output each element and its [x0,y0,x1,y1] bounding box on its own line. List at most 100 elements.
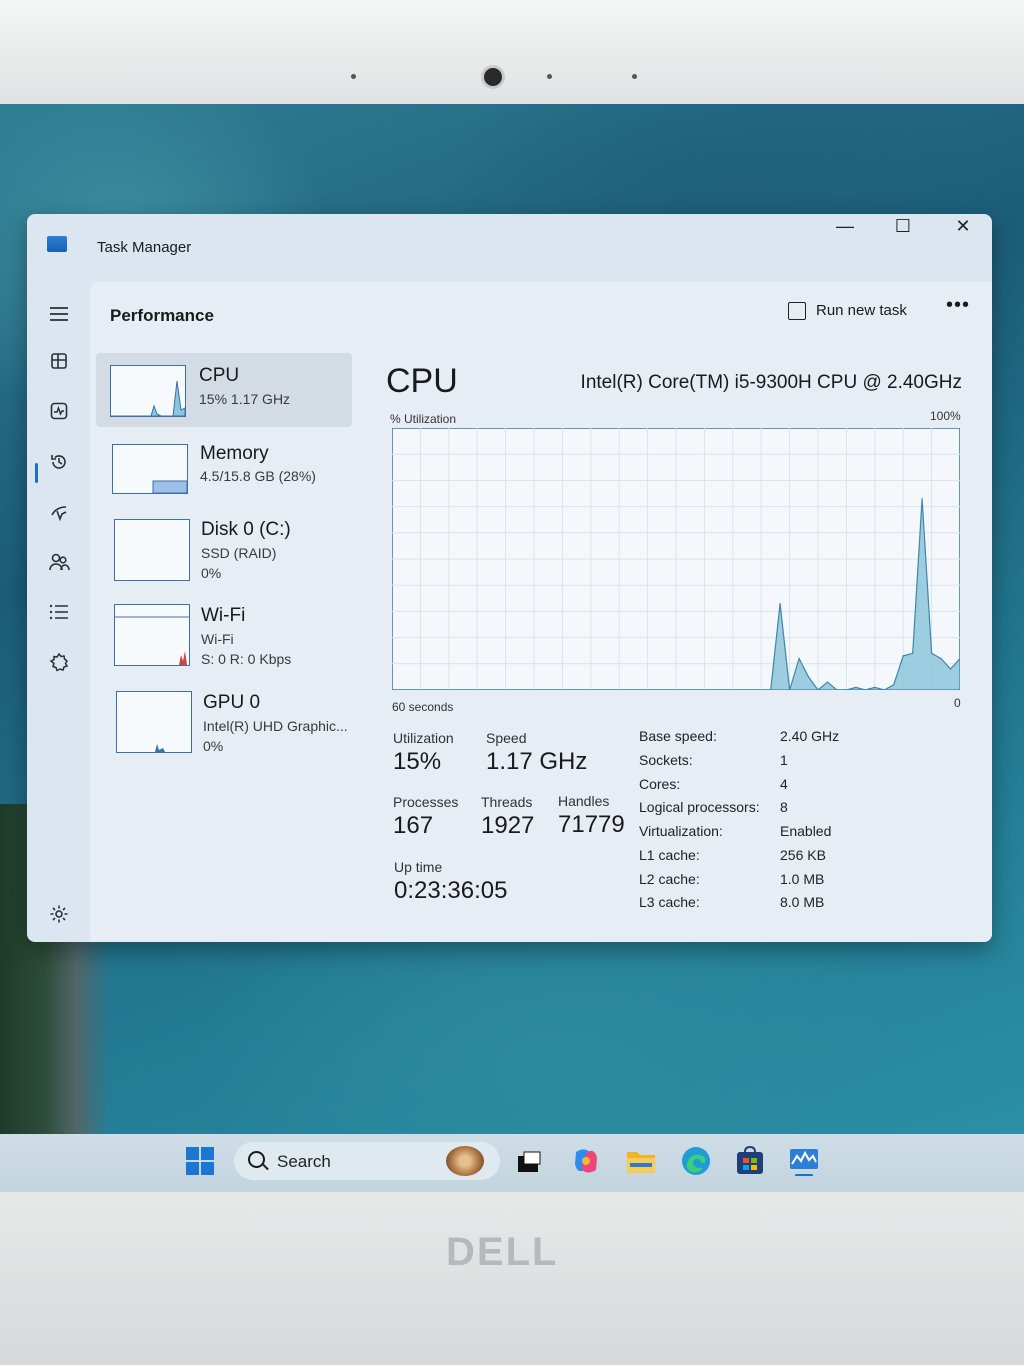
start-icon[interactable] [185,1146,215,1176]
spec-value: 8.0 MB [780,894,825,910]
processes-icon[interactable] [47,352,71,376]
task-manager-window: Task Manager — ☐ ✕ Performance Run new t… [27,214,992,942]
sensor-dot [351,74,356,79]
widget-icon[interactable] [446,1146,484,1176]
cpu-thumbnail-graph [110,365,186,417]
cpu-utilization-point [874,686,876,688]
spec-key: L2 cache: [639,871,700,887]
spec-key: Virtualization: [639,823,723,839]
close-button[interactable]: ✕ [935,214,991,238]
run-new-task-label: Run new task [816,302,907,319]
users-icon[interactable] [47,552,71,576]
cpu-utilization-point [902,655,904,657]
laptop-bezel-bottom: DELL [0,1192,1024,1365]
threads-value: 1927 [481,812,535,839]
cpu-utilization-point [921,498,923,500]
startup-apps-icon[interactable] [47,502,71,526]
spec-value: 2.40 GHz [780,728,840,744]
spec-key: L1 cache: [639,847,700,863]
device-item-cpu[interactable]: CPU 15% 1.17 GHz [96,353,352,427]
spec-key: Logical processors: [639,799,760,815]
device-detail: Intel(R) UHD Graphic... [203,718,348,734]
more-options-button[interactable]: ••• [946,294,970,317]
handles-value: 71779 [558,811,625,838]
search-label: Search [277,1152,331,1171]
memory-thumbnail-graph [112,444,188,494]
utilization-label: Utilization [393,730,454,746]
services-icon[interactable] [47,652,71,676]
cpu-utilization-point [855,686,857,688]
device-item-gpu[interactable]: GPU 0 Intel(R) UHD Graphic... 0% [96,678,352,754]
maximize-button[interactable]: ☐ [875,214,931,238]
app-history-icon[interactable] [47,452,71,476]
device-item-disk[interactable]: Disk 0 (C:) SSD (RAID) 0% [96,503,352,581]
device-detail: 4.5/15.8 GB (28%) [200,468,316,484]
page-title: Performance [110,306,214,325]
device-detail: SSD (RAID) [201,545,277,561]
cpu-utilization-chart [392,428,960,690]
edge-icon[interactable] [681,1146,711,1176]
cpu-utilization-point [940,658,942,660]
performance-icon[interactable] [47,402,71,426]
uptime-value: 0:23:36:05 [394,877,508,904]
settings-icon[interactable] [47,904,71,928]
webcam [484,68,502,86]
dell-logo: DELL [446,1230,559,1274]
uptime-label: Up time [394,859,443,875]
taskbar: Search [0,1134,1024,1192]
disk-thumbnail-graph [114,519,190,581]
taskbar-search[interactable]: Search [234,1142,500,1180]
run-new-task-button[interactable]: Run new task [788,296,907,326]
device-list: CPU 15% 1.17 GHz Memory 4.5/15.8 GB (28%… [96,348,354,938]
device-name: Wi-Fi [201,605,246,626]
speed-value: 1.17 GHz [486,748,588,775]
spec-key: Cores: [639,776,681,792]
processes-label: Processes [393,794,459,810]
laptop-bezel-top [0,0,1024,110]
device-detail: 15% 1.17 GHz [199,391,291,407]
file-explorer-icon[interactable] [626,1148,656,1178]
sensor-dot [632,74,637,79]
device-name: GPU 0 [203,692,261,713]
minimize-button[interactable]: — [817,214,873,238]
utilization-axis-label: % Utilization [390,412,457,426]
spec-value: 4 [780,776,788,792]
run-task-icon [788,302,806,321]
spec-key: Base speed: [639,728,717,744]
handles-label: Handles [558,793,610,809]
device-detail-2: S: 0 R: 0 Kbps [201,651,292,667]
cpu-utilization-point [949,668,952,670]
cpu-utilization-point [931,652,933,654]
cpu-utilization-point [912,652,914,654]
spec-key: Sockets: [639,752,693,768]
device-item-wifi[interactable]: Wi-Fi Wi-Fi S: 0 R: 0 Kbps [96,593,352,667]
task-view-icon[interactable] [516,1150,542,1174]
task-manager-icon[interactable] [789,1146,819,1177]
cpu-utilization-point [826,681,829,683]
navigation-rail [27,276,93,942]
hamburger-icon[interactable] [47,304,71,328]
device-name: CPU [199,365,240,386]
cpu-utilization-point [807,676,810,678]
max-axis-label: 100% [930,409,961,423]
device-item-memory[interactable]: Memory 4.5/15.8 GB (28%) [96,428,352,502]
time-axis-label: 60 seconds [392,700,454,714]
store-icon[interactable] [735,1145,765,1176]
cpu-model-name: Intel(R) Core(TM) i5-9300H CPU @ 2.40GHz [580,372,962,393]
spec-value: 8 [780,799,788,815]
title-bar: Task Manager — ☐ ✕ [27,214,992,276]
device-name: Disk 0 (C:) [201,519,291,540]
window-title: Task Manager [97,239,192,256]
spec-key: L3 cache: [639,894,700,910]
spec-value: 1.0 MB [780,871,825,887]
spec-value: 1 [780,752,788,768]
gpu-thumbnail-graph [116,691,192,753]
active-nav-indicator [35,463,38,483]
device-detail-2: 0% [201,565,222,581]
search-icon [248,1151,265,1168]
copilot-icon[interactable] [571,1146,601,1176]
cpu-heading: CPU [386,362,458,400]
details-icon[interactable] [47,602,71,626]
utilization-value: 15% [393,748,442,775]
cpu-utilization-point [798,658,800,660]
